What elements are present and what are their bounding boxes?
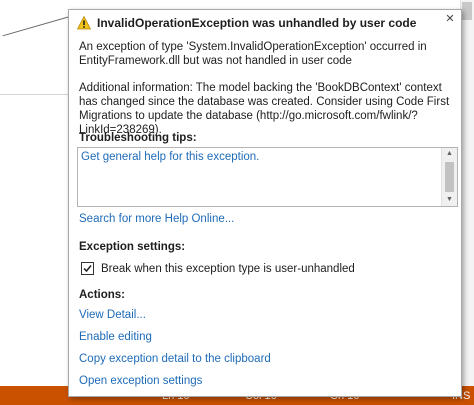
view-detail-link[interactable]: View Detail... — [79, 309, 146, 321]
close-icon[interactable]: ✕ — [445, 13, 454, 25]
tips-scrollbar-thumb[interactable] — [445, 162, 454, 192]
scroll-down-icon[interactable]: ▼ — [442, 194, 457, 206]
copy-exception-detail-link[interactable]: Copy exception detail to the clipboard — [79, 353, 271, 365]
popup-title-row: InvalidOperationException was unhandled … — [77, 15, 416, 31]
warning-icon — [77, 16, 91, 30]
additional-information: Additional information: The model backin… — [79, 82, 450, 136]
troubleshooting-tips-box: Get general help for this exception. ▲ ▼ — [77, 147, 458, 207]
break-checkbox-row[interactable]: Break when this exception type is user-u… — [81, 262, 355, 275]
exception-message: An exception of type 'System.InvalidOper… — [79, 41, 427, 67]
editor-line — [2, 16, 71, 37]
checkmark-icon — [83, 265, 92, 273]
troubleshooting-header: Troubleshooting tips: — [79, 132, 197, 144]
editor-vertical-scrollbar[interactable] — [460, 0, 474, 386]
enable-editing-link[interactable]: Enable editing — [79, 331, 152, 343]
editor-separator — [0, 94, 70, 95]
break-checkbox[interactable] — [81, 262, 94, 275]
exception-helper-popup: ✕ InvalidOperationException was unhandle… — [68, 9, 462, 397]
general-help-link[interactable]: Get general help for this exception. — [81, 151, 259, 163]
actions-header: Actions: — [79, 289, 125, 301]
exception-settings-header: Exception settings: — [79, 241, 186, 253]
close-button[interactable]: ✕ — [441, 10, 459, 28]
popup-title: InvalidOperationException was unhandled … — [97, 16, 417, 30]
scroll-up-icon[interactable]: ▲ — [442, 148, 457, 160]
editor-scrollbar-thumb[interactable] — [462, 2, 472, 20]
open-exception-settings-link[interactable]: Open exception settings — [79, 375, 202, 387]
break-checkbox-label[interactable]: Break when this exception type is user-u… — [101, 263, 355, 275]
search-help-online-link[interactable]: Search for more Help Online... — [79, 213, 234, 225]
tips-scrollbar[interactable]: ▲ ▼ — [441, 148, 457, 206]
